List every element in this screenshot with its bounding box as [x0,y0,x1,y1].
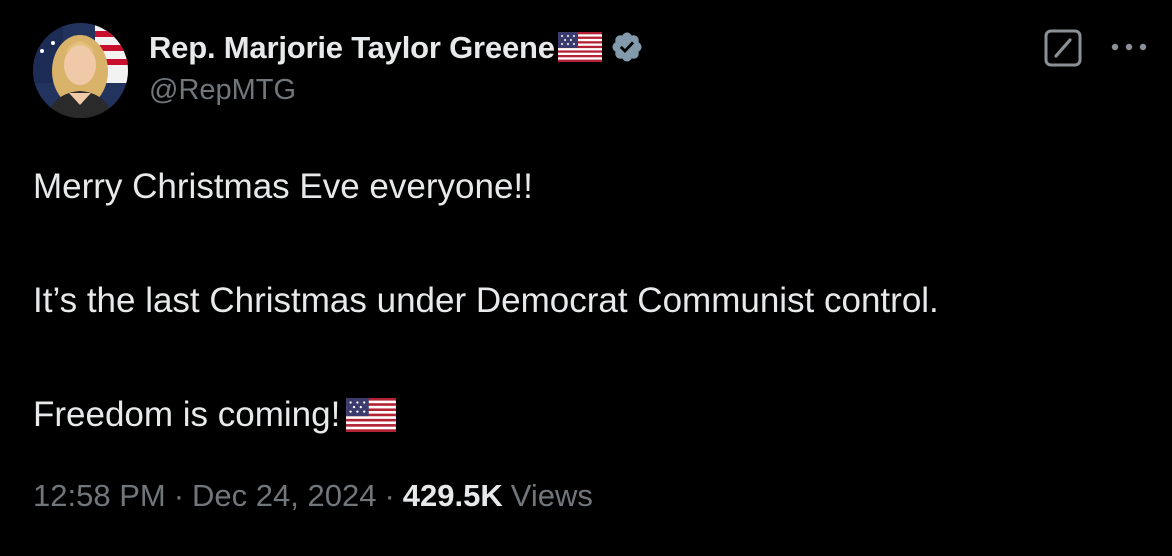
name-row: Rep. Marjorie Taylor Greene [149,26,644,70]
tweet-card: Rep. Marjorie Taylor Greene @RepMTG Merr… [0,0,1172,556]
tweet-paragraph: Merry Christmas Eve everyone!! [33,167,533,206]
tweet-time[interactable]: 12:58 PM [33,478,166,514]
avatar-image [33,23,128,118]
avatar[interactable] [33,23,128,118]
tweet-date[interactable]: Dec 24, 2024 [192,478,376,514]
tweet-paragraph-text: Freedom is coming! [33,395,341,434]
grok-icon[interactable] [1044,29,1082,67]
us-flag-icon [346,392,397,449]
author-block: Rep. Marjorie Taylor Greene @RepMTG [149,26,644,116]
views-label: Views [510,478,593,513]
us-flag-icon [557,31,602,67]
verified-badge-icon[interactable] [610,30,644,69]
display-name[interactable]: Rep. Marjorie Taylor Greene [149,30,555,66]
meta-separator: · [173,478,185,513]
meta-separator: · [384,478,395,513]
tweet-paragraph: It’s the last Christmas under Democrat C… [33,281,939,320]
tweet-paragraph-last: Freedom is coming! [33,386,1143,449]
tweet-meta: 12:58 PM · Dec 24, 2024 · 429.5K Views [33,478,593,514]
views-count[interactable]: 429.5K [403,478,503,514]
tweet-text: Merry Christmas Eve everyone!! It’s the … [33,158,1143,449]
handle[interactable]: @RepMTG [149,74,644,107]
more-options-icon[interactable] [1106,34,1152,60]
